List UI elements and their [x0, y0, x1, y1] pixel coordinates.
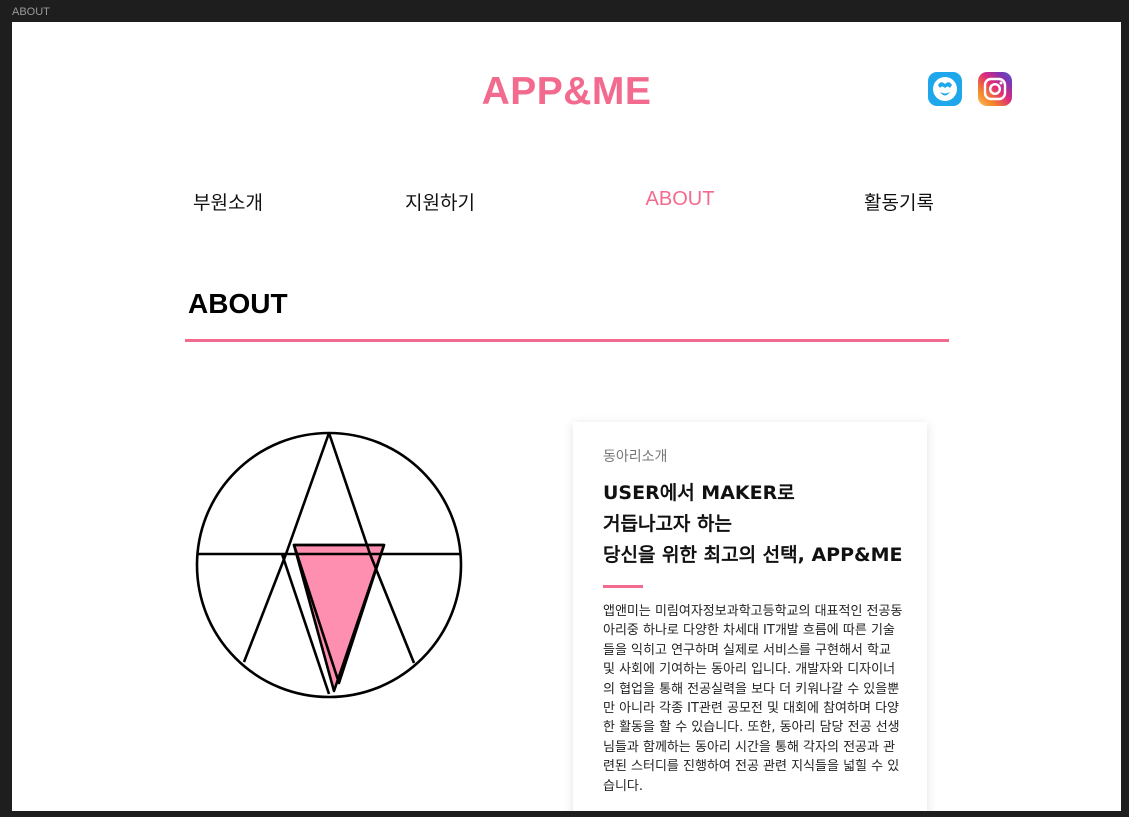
club-intro-card: 동아리소개 USER에서 MAKER로 거듭나고자 하는 당신을 위한 최고의 … — [573, 422, 927, 811]
card-divider — [603, 585, 643, 588]
card-heading-line: 거듭나고자 하는 — [603, 513, 732, 535]
section-title: ABOUT — [188, 288, 288, 319]
card-heading-line: 당신을 위한 최고의 선택, APP&ME — [603, 544, 903, 566]
cafe-link[interactable] — [928, 72, 962, 106]
page-frame: APP&ME 부원소개 지원하기 ABOUT 활동기록 ABOUT 동아리소개 — [12, 22, 1121, 811]
section-divider — [185, 339, 949, 342]
nav-item-about[interactable]: ABOUT — [610, 188, 750, 211]
card-heading-line: USER에서 MAKER로 — [603, 482, 795, 504]
card-heading: USER에서 MAKER로 거듭나고자 하는 당신을 위한 최고의 선택, AP… — [603, 478, 923, 571]
nav-item-apply[interactable]: 지원하기 — [370, 188, 510, 215]
card-body-text: 앱앤미는 미림여자정보과학고등학교의 대표적인 전공동아리중 하나로 다양한 차… — [603, 604, 903, 794]
nav-item-members[interactable]: 부원소개 — [158, 188, 298, 215]
club-emblem — [195, 431, 463, 699]
cafe-icon — [933, 77, 957, 101]
instagram-link[interactable] — [978, 72, 1012, 106]
card-label: 동아리소개 — [603, 449, 668, 465]
instagram-icon — [983, 77, 1007, 101]
nav-item-activities[interactable]: 활동기록 — [829, 188, 969, 215]
frame-label: ABOUT — [12, 6, 50, 18]
